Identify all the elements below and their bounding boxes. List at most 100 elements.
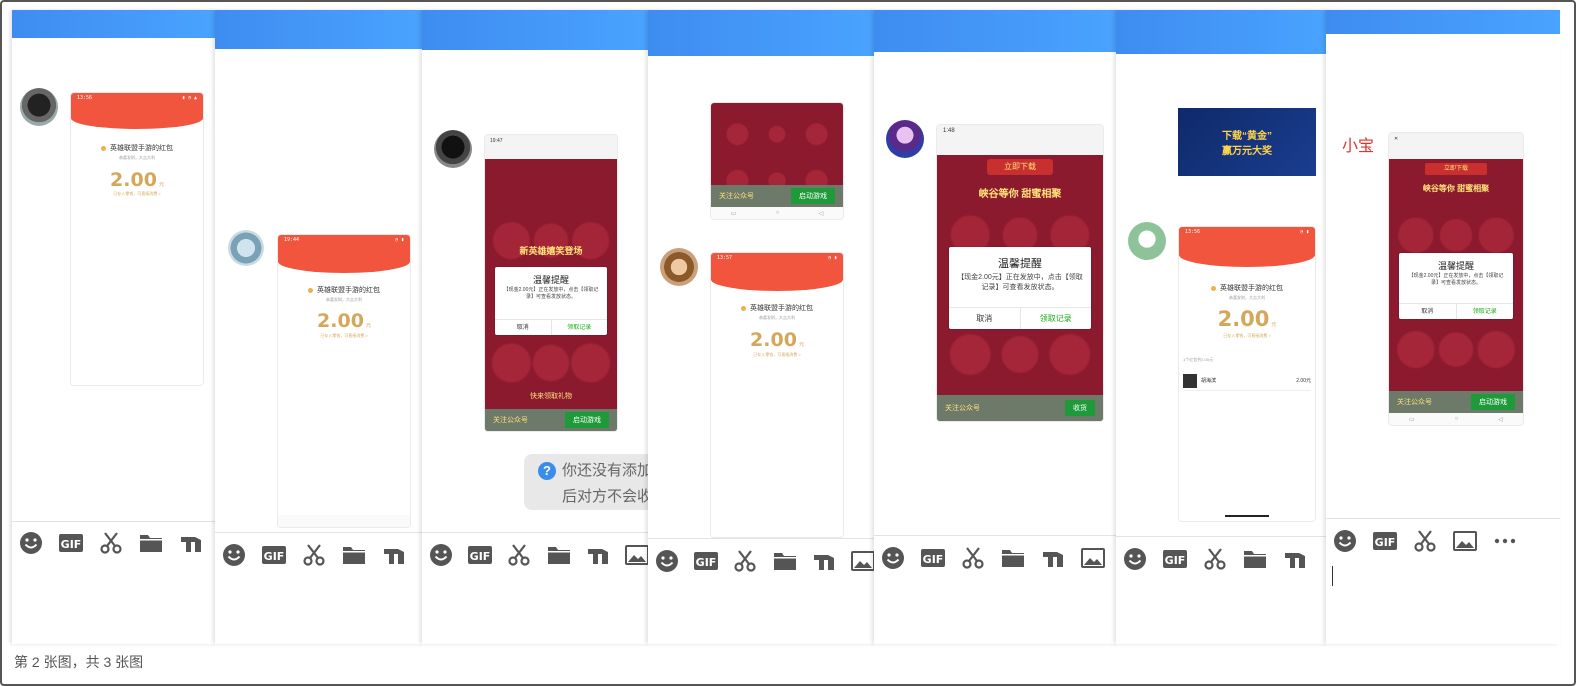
gif-icon[interactable]: GIF [1162,546,1188,572]
folder-icon[interactable] [546,542,571,568]
emoji-icon[interactable] [428,542,453,568]
avatar[interactable] [20,88,58,126]
download-button[interactable]: 立即下载 [1425,163,1487,175]
avatar[interactable] [228,230,264,266]
launch-game-button[interactable]: 启动游戏 [565,412,609,428]
game-page: 关注公众号 启动游戏 [711,103,843,207]
follow-official-account[interactable]: 关注公众号 [1397,397,1432,407]
shake-icon[interactable] [811,548,836,574]
svg-text:GIF: GIF [923,553,944,566]
game-page: 立即下载 峡谷等你 甜蜜相聚 温馨提醒 【现金2.00元】正在发放中，点击【领取… [937,155,1103,421]
receipt-record-button[interactable]: 领取记录 [1455,304,1514,319]
receipt-record-button[interactable]: 领取记录 [1019,308,1092,329]
image-icon[interactable] [1452,528,1478,554]
gif-icon[interactable]: GIF [920,545,946,571]
red-packet-screenshot[interactable]: 13:57 ◔ ▮ 英雄联盟手游的红包 恭喜发财，大吉大利 2.00 元 已存入零钱… [710,252,844,538]
svg-text:GIF: GIF [1165,554,1186,567]
image-icon[interactable] [851,548,876,574]
red-packet-amount: 2.00 元 [317,310,371,332]
ad-banner[interactable]: 下载“黄金” 赢万元大奖 [1178,108,1316,176]
game-banner: 新英雄嬉笑登场 [519,246,583,256]
emoji-icon[interactable] [1122,546,1148,572]
folder-icon[interactable] [138,530,164,556]
folder-icon[interactable] [772,548,797,574]
red-packet-screenshot[interactable]: 19:44 ◔ ▮ 英雄联盟手游的红包 恭喜发财，大吉大利 2.00 元 已存入零钱… [277,234,411,528]
red-packet-link[interactable]: 已存入零钱，可直接消费 > [711,352,843,358]
receive-button[interactable]: 收货 [1065,400,1095,416]
scissors-icon[interactable] [733,548,758,574]
shake-icon[interactable] [1040,545,1066,571]
emoji-icon[interactable] [1332,528,1358,554]
screenshot-strip-1: 13:56 ▮ ◔ ▲ 英雄联盟手游的红包 恭喜发财，大吉大利 2.00 元 已存入… [12,10,216,644]
gif-icon[interactable]: GIF [693,548,718,574]
chat-toolbar: GIF [12,530,216,556]
shake-icon[interactable] [585,542,610,568]
chat-header-bar [422,10,650,50]
cancel-button[interactable]: 取消 [495,320,551,335]
notice-line-1: 你还没有添加 [562,462,650,479]
game-screenshot[interactable]: ✕ 立即下载 峡谷等你 甜蜜相聚 温馨提醒 【现金2.00元】正在发放中，点击【… [1388,132,1524,426]
avatar[interactable] [1128,222,1166,260]
folder-icon[interactable] [1000,545,1026,571]
emoji-icon[interactable] [654,548,679,574]
red-packet-link[interactable]: 已存入零钱，可直接消费 > [278,333,410,339]
gif-icon[interactable]: GIF [1372,528,1398,554]
avatar[interactable] [660,248,698,286]
game-screenshot[interactable]: 关注公众号 启动游戏 ▭ ○ ◁ [710,102,844,220]
gif-icon[interactable]: GIF [261,542,287,568]
status-icons: ◔ ▮ [394,237,404,243]
gif-icon[interactable]: GIF [467,542,492,568]
game-bottom-bar: 关注公众号 启动游戏 [485,409,617,431]
gif-icon[interactable]: GIF [58,530,84,556]
image-icon[interactable] [625,542,650,568]
folder-icon[interactable] [1242,546,1268,572]
svg-text:GIF: GIF [470,550,491,563]
scissors-icon[interactable] [960,545,986,571]
folder-icon[interactable] [341,542,367,568]
status-icons: ▮ ◔ ▲ [181,95,197,101]
scissors-icon[interactable] [507,542,532,568]
image-icon[interactable] [1080,545,1106,571]
home-indicator [1225,515,1269,517]
emoji-icon[interactable] [880,545,906,571]
emoji-icon[interactable] [221,542,247,568]
scissors-icon[interactable] [301,542,327,568]
download-button[interactable]: 立即下载 [987,159,1053,175]
red-packet-link[interactable]: 已存入零钱，可直接消费 > [71,191,203,197]
shake-icon[interactable] [381,542,407,568]
status-icons: ◔ ▮ [1299,229,1309,235]
launch-game-button[interactable]: 启动游戏 [1471,394,1515,410]
scissors-icon[interactable] [1412,528,1438,554]
receipt-record-button[interactable]: 领取记录 [550,320,608,335]
game-bottom-bar: 关注公众号 收货 [937,395,1103,421]
follow-official-account[interactable]: 关注公众号 [493,415,528,425]
scissors-icon[interactable] [98,530,124,556]
game-screenshot[interactable]: 19:47 新英雄嬉笑登场 温馨提醒 【现金2.00元】正在发放中，点击【领取记… [484,134,618,432]
phone-header: 1:48 [937,125,1103,155]
shake-icon[interactable] [178,530,204,556]
avatar[interactable] [434,130,472,168]
red-packet-screenshot[interactable]: 13:56 ▮ ◔ ▲ 英雄联盟手游的红包 恭喜发财，大吉大利 2.00 元 已存入… [70,92,204,386]
red-packet-link[interactable]: 已存入零钱，可直接消费 > [1179,333,1315,339]
follow-official-account[interactable]: 关注公众号 [719,191,754,201]
launch-game-button[interactable]: 启动游戏 [791,188,835,204]
close-icon[interactable]: ✕ [1394,136,1398,142]
chat-header-bar [648,10,876,56]
cancel-button[interactable]: 取消 [949,308,1020,329]
shake-icon[interactable] [1282,546,1308,572]
game-banner-b: 快来领取礼物 [530,393,572,400]
chat-toolbar: GIF [422,542,650,568]
scissors-icon[interactable] [1202,546,1228,572]
dialog-title: 温馨提醒 [998,258,1042,270]
more-icon[interactable] [1492,528,1518,554]
cancel-button[interactable]: 取消 [1399,304,1456,319]
chat-header-bar [1116,10,1328,54]
phone-nav [278,515,410,527]
emoji-icon[interactable] [18,530,44,556]
dialog-title: 温馨提醒 [532,275,569,285]
status-time: 13:56 [1185,229,1201,235]
follow-official-account[interactable]: 关注公众号 [945,403,980,413]
red-packet-screenshot[interactable]: 13:56 ◔ ▮ 英雄联盟手游的红包 恭喜发财，大吉大利 2.00 元 已存入零钱… [1178,226,1316,522]
avatar[interactable] [886,120,924,158]
game-screenshot[interactable]: 1:48 立即下载 峡谷等你 甜蜜相聚 温馨提醒 【现金2.00元】正在发放中，… [936,124,1104,422]
